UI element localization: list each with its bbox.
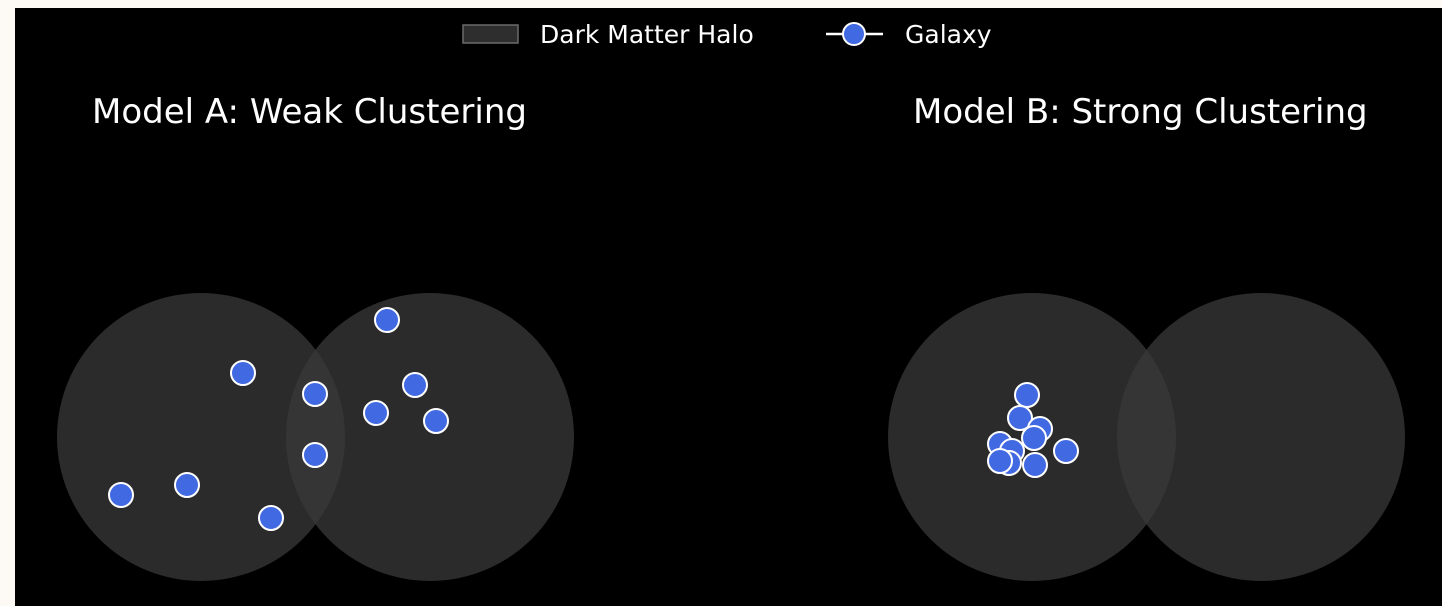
galaxy (108, 482, 134, 508)
panel-b-halos (888, 293, 1405, 581)
panel-a-halos (57, 293, 574, 581)
halo (1117, 293, 1405, 581)
panel-b-title: Model B: Strong Clustering (913, 92, 1368, 132)
galaxy (302, 442, 328, 468)
galaxy (174, 472, 200, 498)
galaxy (1053, 438, 1079, 464)
galaxy (423, 408, 449, 434)
panel-a (57, 293, 574, 581)
legend-galaxy-marker (842, 22, 866, 46)
galaxy (302, 381, 328, 407)
galaxy (402, 372, 428, 398)
galaxy (230, 360, 256, 386)
panel-a-title: Model A: Weak Clustering (92, 92, 527, 132)
galaxy (258, 505, 284, 531)
diagram-canvas: Dark Matter Halo Galaxy Model A: Weak Cl… (15, 8, 1442, 606)
legend-galaxy-label: Galaxy (905, 20, 992, 49)
legend-halo-label: Dark Matter Halo (540, 20, 754, 49)
galaxy (363, 400, 389, 426)
panel-b (888, 293, 1405, 581)
galaxy (1014, 382, 1040, 408)
legend: Dark Matter Halo Galaxy (462, 20, 992, 49)
halo (286, 293, 574, 581)
galaxy (1021, 425, 1047, 451)
diagram-svg: Dark Matter Halo Galaxy Model A: Weak Cl… (57, 20, 1405, 581)
galaxy (374, 307, 400, 333)
galaxy (987, 448, 1013, 474)
legend-halo-swatch (462, 24, 519, 44)
galaxy (1022, 452, 1048, 478)
